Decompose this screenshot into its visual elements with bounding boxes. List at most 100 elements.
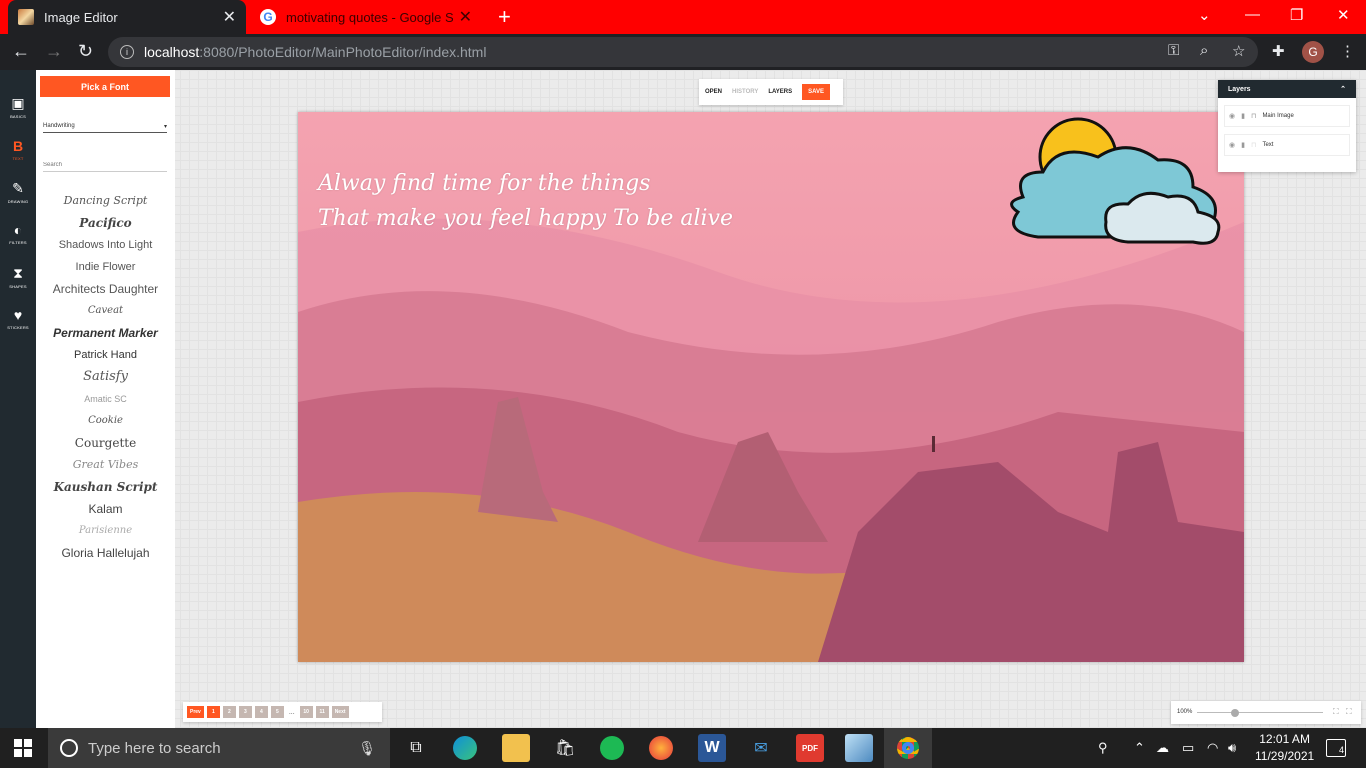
- lock-icon[interactable]: ⊓: [1251, 141, 1256, 149]
- eye-icon[interactable]: ◉: [1229, 112, 1235, 120]
- tab-search-chevron-icon[interactable]: ⌄: [1198, 6, 1211, 24]
- restore-button[interactable]: ❐: [1290, 6, 1303, 24]
- rail-basics[interactable]: ▣ BASICS: [0, 95, 36, 135]
- url-path: :8080/PhotoEditor/MainPhotoEditor/index.…: [199, 44, 487, 60]
- rail-filters[interactable]: ◐ FILTERS: [0, 222, 36, 262]
- task-view-icon[interactable]: ⧉: [402, 734, 430, 762]
- font-item[interactable]: Caveat: [36, 300, 175, 322]
- font-item[interactable]: Courgette: [36, 432, 175, 454]
- word-icon[interactable]: W: [698, 734, 726, 762]
- eye-icon[interactable]: ◉: [1229, 141, 1235, 149]
- page-button[interactable]: 10: [299, 706, 313, 718]
- file-explorer-icon[interactable]: [502, 734, 530, 762]
- font-item[interactable]: Patrick Hand: [36, 344, 175, 366]
- back-button[interactable]: ←: [12, 41, 30, 62]
- fit-screen-icon[interactable]: ⛶: [1333, 707, 1339, 717]
- rail-shapes[interactable]: ⧗ SHAPES: [0, 265, 36, 305]
- font-item[interactable]: Dancing Script: [36, 190, 175, 212]
- page-button[interactable]: 2: [222, 706, 236, 718]
- trash-icon[interactable]: ▮: [1241, 112, 1245, 120]
- forward-button[interactable]: →: [45, 41, 63, 62]
- reload-button[interactable]: ↻: [78, 41, 93, 62]
- zoom-slider-handle[interactable]: [1230, 709, 1239, 717]
- tab-google-search[interactable]: G motivating quotes - Google Sear ✕: [252, 0, 480, 34]
- quote-text-layer[interactable]: Alway find time for the things That make…: [318, 166, 733, 236]
- layer-row[interactable]: ◉ ▮ ⊓ Main Image: [1224, 105, 1350, 127]
- page-button[interactable]: 5: [270, 706, 284, 718]
- profile-avatar[interactable]: G: [1302, 41, 1324, 63]
- new-tab-button[interactable]: +: [498, 4, 511, 30]
- firefox-icon[interactable]: [649, 736, 673, 760]
- history-button[interactable]: HISTORY: [732, 89, 758, 95]
- battery-icon[interactable]: ▭: [1182, 740, 1194, 756]
- editor-canvas[interactable]: Alway find time for the things That make…: [298, 112, 1244, 662]
- font-item[interactable]: Great Vibes: [36, 454, 175, 476]
- edge-icon[interactable]: [453, 736, 477, 760]
- bookmark-star-icon[interactable]: ☆: [1232, 42, 1245, 60]
- layers-header[interactable]: Layers ⌃: [1218, 80, 1356, 98]
- layer-row[interactable]: ◉ ▮ ⊓ Text: [1224, 134, 1350, 156]
- pagination: Prev 1 2 3 4 5 ... 10 11 Next: [183, 702, 382, 722]
- page-button[interactable]: 4: [254, 706, 268, 718]
- page-button[interactable]: 1: [206, 706, 220, 718]
- pick-font-button[interactable]: Pick a Font: [40, 76, 170, 97]
- zoom-icon[interactable]: ⌕: [1200, 42, 1208, 59]
- font-item[interactable]: Shadows Into Light: [36, 234, 175, 256]
- font-item[interactable]: Gloria Hallelujah: [36, 542, 175, 564]
- 3d-box-icon[interactable]: [845, 734, 873, 762]
- wifi-icon[interactable]: ◠: [1207, 740, 1218, 756]
- font-item[interactable]: Permanent Marker: [36, 322, 175, 344]
- taskbar-search[interactable]: Type here to search 🎙︎: [48, 728, 390, 768]
- chevron-up-icon[interactable]: ⌃: [1134, 740, 1145, 756]
- spotify-icon[interactable]: [600, 736, 624, 760]
- fullscreen-icon[interactable]: ⛶: [1346, 707, 1352, 717]
- close-tab-icon[interactable]: ✕: [459, 7, 472, 27]
- font-item[interactable]: Indie Flower: [36, 256, 175, 278]
- extensions-icon[interactable]: ✚: [1272, 42, 1285, 60]
- font-item[interactable]: Parisienne: [36, 520, 175, 542]
- notifications-button[interactable]: 4: [1326, 739, 1346, 757]
- open-button[interactable]: OPEN: [705, 89, 722, 95]
- font-item[interactable]: Satisfy: [36, 366, 175, 388]
- rail-text[interactable]: B TEXT: [0, 138, 36, 178]
- font-category-select[interactable]: Handwriting ▾: [43, 120, 167, 133]
- rail-stickers[interactable]: ♥ STICKERS: [0, 307, 36, 347]
- key-icon[interactable]: ⚿: [1168, 42, 1179, 59]
- microphone-icon[interactable]: 🎙︎: [358, 740, 376, 757]
- tab-image-editor[interactable]: Image Editor ✕: [8, 0, 246, 34]
- next-button[interactable]: Next: [331, 706, 349, 718]
- volume-icon[interactable]: 🔊︎: [1228, 740, 1236, 756]
- font-item[interactable]: Amatic SC: [36, 388, 175, 410]
- font-item[interactable]: Kaushan Script: [36, 476, 175, 498]
- prev-button[interactable]: Prev: [187, 706, 204, 718]
- onedrive-icon[interactable]: ☁: [1156, 740, 1169, 756]
- start-button[interactable]: [14, 739, 32, 757]
- store-icon[interactable]: 🛍︎: [551, 734, 579, 762]
- font-search-input[interactable]: [43, 158, 167, 172]
- font-item[interactable]: Architects Daughter: [36, 278, 175, 300]
- font-item[interactable]: Cookie: [36, 410, 175, 432]
- lock-icon[interactable]: ⊓: [1251, 112, 1256, 120]
- address-bar[interactable]: i localhost:8080/PhotoEditor/MainPhotoEd…: [108, 37, 1258, 67]
- page-button[interactable]: 3: [238, 706, 252, 718]
- people-icon[interactable]: ⚲: [1098, 740, 1108, 756]
- menu-dots-icon[interactable]: ⋮: [1340, 42, 1355, 60]
- mail-icon[interactable]: ✉: [747, 734, 775, 762]
- rail-drawing[interactable]: ✎ DRAWING: [0, 180, 36, 220]
- close-tab-icon[interactable]: ✕: [223, 7, 236, 27]
- site-info-icon[interactable]: i: [120, 45, 134, 59]
- zoom-slider-track[interactable]: [1197, 712, 1323, 713]
- system-clock[interactable]: 12:01 AM 11/29/2021: [1255, 731, 1314, 765]
- font-item[interactable]: Kalam: [36, 498, 175, 520]
- pdf-icon[interactable]: PDF: [796, 734, 824, 762]
- chrome-taskbar-button[interactable]: [884, 728, 932, 768]
- close-window-button[interactable]: ✕: [1337, 6, 1350, 24]
- page-button[interactable]: 11: [315, 706, 329, 718]
- trash-icon[interactable]: ▮: [1241, 141, 1245, 149]
- font-item[interactable]: Pacifico: [36, 212, 175, 234]
- minimize-button[interactable]: —: [1245, 6, 1260, 23]
- chevron-up-icon[interactable]: ⌃: [1340, 85, 1346, 93]
- cortana-icon: [60, 739, 78, 757]
- layers-button[interactable]: LAYERS: [768, 89, 792, 95]
- save-button[interactable]: SAVE: [802, 84, 831, 100]
